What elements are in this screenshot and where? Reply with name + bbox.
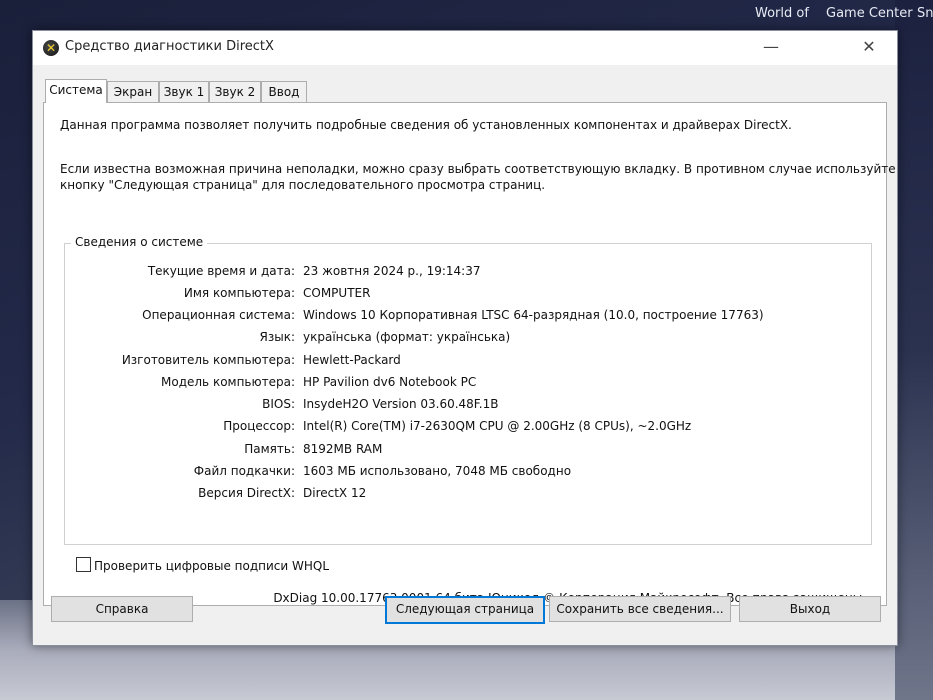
info-label: Язык: — [259, 330, 295, 344]
info-row-directx: Версия DirectX: DirectX 12 — [65, 486, 865, 504]
minimize-button[interactable]: — — [749, 31, 793, 65]
intro-text-3: кнопку "Следующая страница" для последов… — [60, 178, 546, 192]
close-button[interactable]: ✕ — [847, 31, 891, 65]
next-page-button[interactable]: Следующая страница — [385, 596, 545, 624]
info-row-language: Язык: українська (формат: українська) — [65, 330, 865, 348]
info-value: HP Pavilion dv6 Notebook PC — [303, 375, 477, 389]
info-row-model: Модель компьютера: HP Pavilion dv6 Noteb… — [65, 375, 865, 393]
info-row-pagefile: Файл подкачки: 1603 МБ использовано, 704… — [65, 464, 865, 482]
tab-display[interactable]: Экран — [107, 81, 159, 102]
info-label: Текущие время и дата: — [147, 264, 295, 278]
info-row-manufacturer: Изготовитель компьютера: Hewlett-Packard — [65, 353, 865, 371]
tab-sound-1[interactable]: Звук 1 — [159, 81, 209, 102]
whql-checkbox[interactable] — [76, 557, 91, 572]
info-label: Модель компьютера: — [161, 375, 295, 389]
info-value: DirectX 12 — [303, 486, 367, 500]
info-row-processor: Процессор: Intel(R) Core(TM) i7-2630QM C… — [65, 419, 865, 437]
system-tab-panel: Данная программа позволяет получить подр… — [43, 102, 896, 606]
tab-system[interactable]: Система — [45, 79, 107, 103]
tab-input[interactable]: Ввод — [261, 81, 307, 102]
intro-text-2: Если известна возможная причина неполадк… — [60, 162, 896, 176]
tab-sound-2[interactable]: Звук 2 — [209, 81, 261, 102]
info-label: Память: — [244, 442, 295, 456]
info-label: Версия DirectX: — [198, 486, 295, 500]
whql-checkbox-label[interactable]: Проверить цифровые подписи WHQL — [94, 559, 329, 573]
info-label: Файл подкачки: — [193, 464, 295, 478]
window-title: Средство диагностики DirectX — [65, 39, 274, 54]
whql-checkbox-row[interactable]: Проверить цифровые подписи WHQL — [76, 557, 329, 573]
desktop-edge — [895, 0, 933, 700]
info-label: Процессор: — [223, 419, 295, 433]
info-row-os: Операционная система: Windows 10 Корпора… — [65, 308, 865, 326]
title-bar[interactable]: ✕ Средство диагностики DirectX — ✕ — [33, 31, 897, 65]
info-value: Intel(R) Core(TM) i7-2630QM CPU @ 2.00GH… — [303, 419, 692, 433]
exit-button[interactable]: Выход — [739, 596, 881, 622]
info-label: Изготовитель компьютера: — [121, 353, 295, 367]
info-value: Hewlett-Packard — [303, 353, 401, 367]
info-row-computer-name: Имя компьютера: COMPUTER — [65, 286, 865, 304]
dxdiag-window: ✕ Средство диагностики DirectX — ✕ Систе… — [32, 30, 898, 646]
info-value: 8192MB RAM — [303, 442, 383, 456]
info-value: InsydeH2O Version 03.60.48F.1B — [303, 397, 499, 411]
group-title: Сведения о системе — [71, 235, 208, 249]
info-value: 1603 МБ использовано, 7048 МБ свободно — [303, 464, 572, 478]
help-button[interactable]: Справка — [51, 596, 193, 622]
info-row-datetime: Текущие время и дата: 23 жовтня 2024 р.,… — [65, 264, 865, 282]
info-value: 23 жовтня 2024 р., 19:14:37 — [303, 264, 481, 278]
system-info-group: Сведения о системе Текущие время и дата:… — [64, 235, 872, 545]
desktop-icon-world-of[interactable]: World of — [755, 6, 809, 21]
save-all-button[interactable]: Сохранить все сведения... — [549, 596, 731, 622]
info-label: Операционная система: — [142, 308, 295, 322]
directx-icon: ✕ — [43, 40, 59, 56]
info-row-bios: BIOS: InsydeH2O Version 03.60.48F.1B — [65, 397, 865, 415]
info-value: українська (формат: українська) — [303, 330, 511, 344]
info-label: BIOS: — [262, 397, 295, 411]
desktop-icon-game-center[interactable]: Game Center — [826, 6, 913, 21]
info-value: Windows 10 Корпоративная LTSC 64-разрядн… — [303, 308, 764, 322]
info-row-memory: Память: 8192MB RAM — [65, 442, 865, 460]
info-value: COMPUTER — [303, 286, 371, 300]
intro-text-1: Данная программа позволяет получить подр… — [60, 118, 792, 132]
desktop-icon-sn[interactable]: Sn — [917, 6, 933, 21]
info-label: Имя компьютера: — [183, 286, 295, 300]
